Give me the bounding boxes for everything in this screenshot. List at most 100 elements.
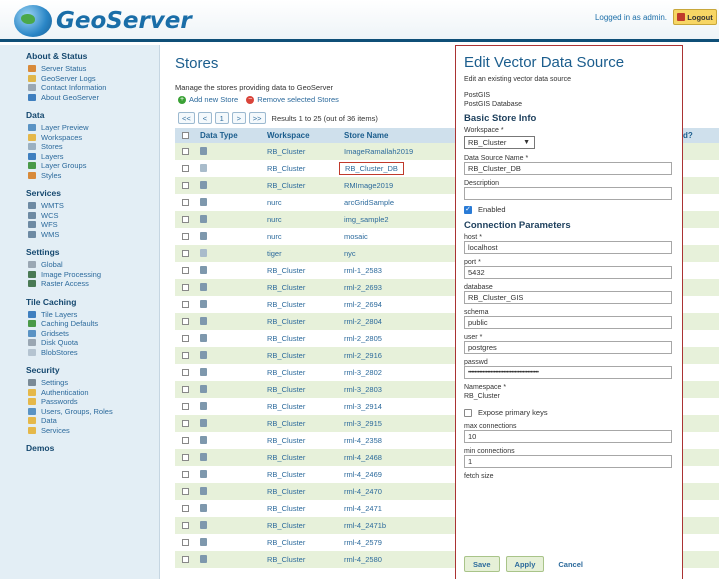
store-name-link[interactable]: arcGridSample <box>344 198 394 207</box>
workspace-link[interactable]: RB_Cluster <box>267 419 344 428</box>
row-checkbox[interactable] <box>181 352 189 359</box>
store-name-link[interactable]: rml-3_2914 <box>344 402 382 411</box>
enabled-checkbox[interactable]: ✓ <box>464 205 472 214</box>
store-name-link[interactable]: rml-4_2470 <box>344 487 382 496</box>
min-connections-input[interactable]: 1 <box>464 455 672 468</box>
workspace-link[interactable]: RB_Cluster <box>267 300 344 309</box>
schema-input[interactable]: public <box>464 316 672 329</box>
store-name-link[interactable]: rml-2_2804 <box>344 317 382 326</box>
sidebar-item[interactable]: WMS <box>28 230 159 240</box>
sidebar-item[interactable]: Data <box>28 416 159 426</box>
store-name-link[interactable]: rml-1_2583 <box>344 266 382 275</box>
sidebar-item[interactable]: BlobStores <box>28 348 159 358</box>
workspace-link[interactable]: tiger <box>267 249 344 258</box>
row-checkbox[interactable] <box>181 216 189 223</box>
row-checkbox[interactable] <box>181 165 189 172</box>
workspace-link[interactable]: nurc <box>267 232 344 241</box>
cancel-button[interactable]: Cancel <box>550 556 591 572</box>
row-checkbox[interactable] <box>181 505 189 512</box>
row-checkbox[interactable] <box>181 250 189 257</box>
store-name-link[interactable]: rml-4_2471b <box>344 521 386 530</box>
store-name-link[interactable]: rml-4_2358 <box>344 436 382 445</box>
row-checkbox[interactable] <box>181 335 189 342</box>
sidebar-item[interactable]: Disk Quota <box>28 338 159 348</box>
sidebar-item[interactable]: Global <box>28 260 159 270</box>
col-data-type[interactable]: Data Type <box>195 131 267 140</box>
store-name-link[interactable]: ImageRamallah2019 <box>344 147 413 156</box>
sidebar-item[interactable]: Passwords <box>28 397 159 407</box>
workspace-link[interactable]: RB_Cluster <box>267 453 344 462</box>
store-name-link[interactable]: nyc <box>344 249 356 258</box>
sidebar-item[interactable]: Styles <box>28 171 159 181</box>
workspace-link[interactable]: RB_Cluster <box>267 436 344 445</box>
sidebar-item[interactable]: Gridsets <box>28 329 159 339</box>
workspace-link[interactable]: nurc <box>267 215 344 224</box>
row-checkbox[interactable] <box>181 301 189 308</box>
row-checkbox[interactable] <box>181 522 189 529</box>
workspace-link[interactable]: RB_Cluster <box>267 351 344 360</box>
workspace-link[interactable]: RB_Cluster <box>267 266 344 275</box>
store-name-link[interactable]: rml-4_2580 <box>344 555 382 564</box>
row-checkbox[interactable] <box>181 284 189 291</box>
pager-next-button[interactable]: > <box>231 112 246 124</box>
workspace-link[interactable]: RB_Cluster <box>267 181 344 190</box>
row-checkbox[interactable] <box>181 471 189 478</box>
pager-prev-button[interactable]: < <box>197 112 212 124</box>
pager-page-1-button[interactable]: 1 <box>214 112 229 124</box>
data-source-name-input[interactable]: RB_Cluster_DB <box>464 162 672 175</box>
workspace-link[interactable]: RB_Cluster <box>267 283 344 292</box>
save-button[interactable]: Save <box>464 556 500 572</box>
sidebar-item[interactable]: Users, Groups, Roles <box>28 407 159 417</box>
store-name-link[interactable]: rml-2_2694 <box>344 300 382 309</box>
sidebar-item[interactable]: Caching Defaults <box>28 319 159 329</box>
row-checkbox[interactable] <box>181 267 189 274</box>
sidebar-item[interactable]: Stores <box>28 142 159 152</box>
store-name-link[interactable]: RB_Cluster_DB <box>339 162 404 175</box>
row-checkbox[interactable] <box>181 369 189 376</box>
apply-button[interactable]: Apply <box>505 556 545 572</box>
user-input[interactable]: postgres <box>464 341 672 354</box>
store-name-link[interactable]: img_sample2 <box>344 215 389 224</box>
row-checkbox[interactable] <box>181 488 189 495</box>
workspace-link[interactable]: RB_Cluster <box>267 487 344 496</box>
sidebar-item[interactable]: Workspaces <box>28 133 159 143</box>
add-store-button[interactable]: + Add new Store <box>178 95 238 104</box>
expose-primary-keys-checkbox[interactable] <box>464 408 472 417</box>
max-connections-input[interactable]: 10 <box>464 430 672 443</box>
store-name-link[interactable]: rml-4_2468 <box>344 453 382 462</box>
store-name-link[interactable]: rml-3_2915 <box>344 419 382 428</box>
row-checkbox[interactable] <box>181 233 189 240</box>
row-checkbox[interactable] <box>181 437 189 444</box>
workspace-link[interactable]: RB_Cluster <box>267 147 344 156</box>
store-name-link[interactable]: rml-4_2471 <box>344 504 382 513</box>
remove-stores-button[interactable]: − Remove selected Stores <box>246 95 339 104</box>
sidebar-item[interactable]: WCS <box>28 211 159 221</box>
row-checkbox[interactable] <box>181 199 189 206</box>
store-name-link[interactable]: mosaic <box>344 232 368 241</box>
store-name-link[interactable]: RMImage2019 <box>344 181 393 190</box>
store-name-link[interactable]: rml-2_2805 <box>344 334 382 343</box>
workspace-link[interactable]: RB_Cluster <box>267 555 344 564</box>
col-store-name[interactable]: Store Name <box>344 131 454 140</box>
workspace-link[interactable]: nurc <box>267 198 344 207</box>
store-name-link[interactable]: rml-4_2579 <box>344 538 382 547</box>
expose-primary-keys-toggle[interactable]: Expose primary keys <box>464 405 674 420</box>
sidebar-item[interactable]: Tile Layers <box>28 310 159 320</box>
row-checkbox[interactable] <box>181 420 189 427</box>
store-name-link[interactable]: rml-4_2469 <box>344 470 382 479</box>
workspace-link[interactable]: RB_Cluster <box>267 385 344 394</box>
row-checkbox[interactable] <box>181 386 189 393</box>
logout-button[interactable]: Logout <box>673 9 717 25</box>
pager-last-button[interactable]: >> <box>248 112 266 124</box>
sidebar-item[interactable]: Services <box>28 426 159 436</box>
sidebar-item[interactable]: Contact Information <box>28 83 159 93</box>
sidebar-item[interactable]: Server Status <box>28 64 159 74</box>
row-checkbox[interactable] <box>181 403 189 410</box>
workspace-select[interactable]: RB_Cluster ▼ <box>464 136 535 149</box>
workspace-link[interactable]: RB_Cluster <box>267 521 344 530</box>
store-name-link[interactable]: rml-3_2802 <box>344 368 382 377</box>
database-input[interactable]: RB_Cluster_GIS <box>464 291 672 304</box>
description-input[interactable] <box>464 187 672 200</box>
store-name-link[interactable]: rml-2_2693 <box>344 283 382 292</box>
passwd-input[interactable]: ••••••••••••••••••••••••••••••••••••••••… <box>464 366 672 379</box>
